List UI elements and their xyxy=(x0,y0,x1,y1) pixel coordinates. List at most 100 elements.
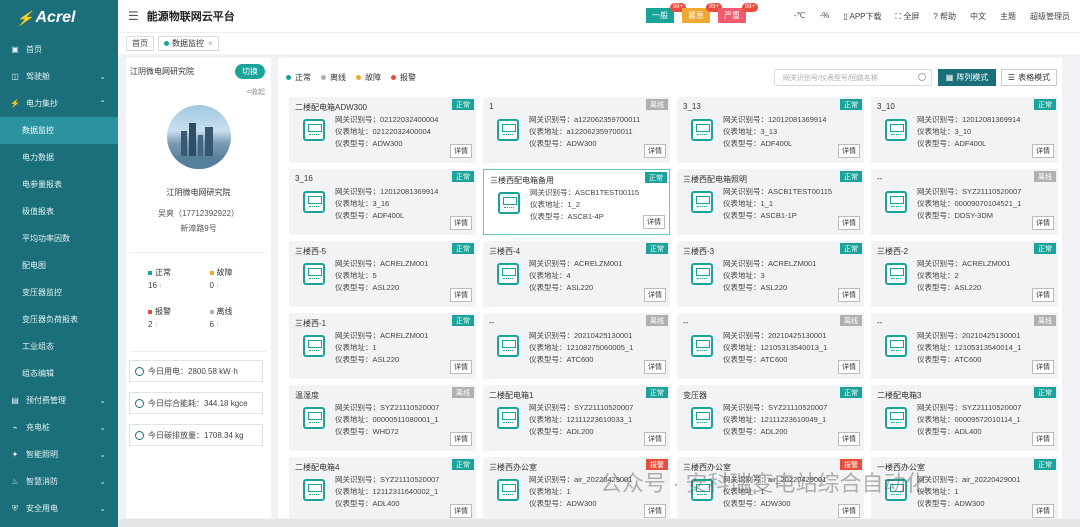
device-card[interactable]: 三楼西-1 正常 网关识别号：ACRELZM001 仪表地址：1 仪表型号：ASL220… xyxy=(289,313,476,379)
device-card[interactable]: 3_13 正常 网关识别号：12012081369914 仪表地址：3_13 仪表型号：… xyxy=(677,97,864,163)
device-card[interactable]: 三楼西-4 正常 网关识别号：ACRELZM001 仪表地址：4 仪表型号：ASL220… xyxy=(483,241,670,307)
device-card[interactable]: 3_10 正常 网关识别号：12012081369914 仪表地址：3_10 仪表型号：… xyxy=(871,97,1058,163)
status-badge: 正常 xyxy=(646,387,668,398)
sidebar-item-10[interactable]: 变压器负荷报表 xyxy=(0,306,118,333)
device-card[interactable]: 三楼西-5 正常 网关识别号：ACRELZM001 仪表地址：5 仪表型号：ASL220… xyxy=(289,241,476,307)
detail-button[interactable]: 详情 xyxy=(644,144,666,158)
device-card[interactable]: 三楼西办公室 报警 网关识别号：air_20220429001 仪表地址：1 仪表型号：… xyxy=(483,457,670,523)
detail-button[interactable]: 详情 xyxy=(1032,288,1054,302)
sidebar-item-3[interactable]: 数据监控 xyxy=(0,117,118,144)
device-card[interactable]: 三楼西办公室 报警 网关识别号：air_20220429001 仪表地址：1 仪表型号：… xyxy=(677,457,864,523)
sidebar-item-8[interactable]: 配电图 xyxy=(0,252,118,279)
switch-button[interactable]: 切换 xyxy=(235,64,265,79)
detail-button[interactable]: 详情 xyxy=(450,360,472,374)
app-download-link[interactable]: ▯ APP下载 xyxy=(843,11,881,22)
detail-button[interactable]: 详情 xyxy=(450,432,472,446)
detail-button[interactable]: 详情 xyxy=(838,216,860,230)
light-icon: ✦ xyxy=(11,450,19,459)
menu-toggle-icon[interactable]: ☰ xyxy=(128,9,139,23)
detail-button[interactable]: 详情 xyxy=(838,504,860,518)
device-card[interactable]: 二楼配电箱3 正常 网关识别号：SYZ21110520007 仪表地址：0000957… xyxy=(871,385,1058,451)
energy-summary: 今日用电：2800.58 kW·h 今日综合能耗：344.18 kgce 今日碳排放… xyxy=(126,360,271,446)
alert-badge[interactable]: 一般 99+ xyxy=(646,3,686,23)
alert-label: 一般 xyxy=(652,11,668,20)
theme-button[interactable]: 主题 xyxy=(1000,11,1016,22)
device-name: -- xyxy=(489,318,495,327)
collapse-button[interactable]: <收起 xyxy=(126,87,271,97)
help-label: 帮助 xyxy=(940,12,956,21)
device-card[interactable]: 三楼西配电箱照明 正常 网关识别号：ASCB1TEST00115 仪表地址：1_1 仪表… xyxy=(677,169,864,235)
device-card[interactable]: 一楼西办公室 正常 网关识别号：air_20220429001 仪表地址：1 仪表型号：… xyxy=(871,457,1058,523)
device-card[interactable]: 二楼配电箱4 正常 网关识别号：SYZ21110520007 仪表地址：1211231… xyxy=(289,457,476,523)
device-card[interactable]: 温湿度 离线 网关识别号：SYZ21110520007 仪表地址：0000051108… xyxy=(289,385,476,451)
search-input[interactable]: 网关识别号/仪表型号/回路名称 xyxy=(774,69,932,86)
horizontal-scrollbar[interactable] xyxy=(118,519,1080,527)
org-address: 新漳路9号 xyxy=(180,224,217,233)
sidebar-item-label: 电力集抄 xyxy=(26,99,58,108)
sidebar-item-9[interactable]: 变压器监控 xyxy=(0,279,118,306)
stat-label-text: 故障 xyxy=(216,268,233,277)
sidebar-item-13[interactable]: ▤ 预付费管理 ⌄ xyxy=(0,387,118,414)
device-card[interactable]: 二楼配电箱1 正常 网关识别号：SYZ21110520007 仪表地址：1211122… xyxy=(483,385,670,451)
device-card[interactable]: -- 离线 网关识别号：20210425130001 仪表地址：12108275060… xyxy=(483,313,670,379)
detail-button[interactable]: 详情 xyxy=(450,216,472,230)
logo[interactable]: ⚡ Acrel xyxy=(0,0,118,36)
meter-icon xyxy=(303,407,325,429)
tab-data-monitor[interactable]: 数据监控 × xyxy=(158,36,219,51)
device-card[interactable]: 三楼西-2 正常 网关识别号：ACRELZM001 仪表地址：2 仪表型号：ASL220… xyxy=(871,241,1058,307)
detail-button[interactable]: 详情 xyxy=(1032,216,1054,230)
device-card[interactable]: -- 离线 网关识别号：20210425130001 仪表地址：12105313540… xyxy=(677,313,864,379)
device-card[interactable]: 1 离线 网关识别号：a122062359700011 仪表地址：a122062359… xyxy=(483,97,670,163)
sidebar-item-4[interactable]: 电力数据 xyxy=(0,144,118,171)
detail-button[interactable]: 详情 xyxy=(838,144,860,158)
help-button[interactable]: ? 帮助 xyxy=(933,11,956,22)
device-model: 仪表型号：ADW300 xyxy=(917,499,985,508)
sidebar-item-11[interactable]: 工业组态 xyxy=(0,333,118,360)
grid-mode-button[interactable]: ▦ 阵列模式 xyxy=(938,69,996,86)
detail-button[interactable]: 详情 xyxy=(643,215,665,229)
language-select[interactable]: 中文 xyxy=(970,11,986,22)
close-icon[interactable]: × xyxy=(208,39,213,48)
table-mode-button[interactable]: ☰ 表格模式 xyxy=(1001,69,1057,86)
sidebar-item-14[interactable]: ⌁ 充电桩 ⌄ xyxy=(0,414,118,441)
tab-home[interactable]: 首页 xyxy=(126,36,154,51)
device-card[interactable]: 变压器 正常 网关识别号：SYZ21110520007 仪表地址：1211122361… xyxy=(677,385,864,451)
detail-button[interactable]: 详情 xyxy=(838,288,860,302)
device-card[interactable]: 三楼西-3 正常 网关识别号：ACRELZM001 仪表地址：3 仪表型号：ASL220… xyxy=(677,241,864,307)
detail-button[interactable]: 详情 xyxy=(644,288,666,302)
sidebar-item-5[interactable]: 电参量报表 xyxy=(0,171,118,198)
detail-button[interactable]: 详情 xyxy=(450,504,472,518)
detail-button[interactable]: 详情 xyxy=(644,360,666,374)
device-card[interactable]: 3_16 正常 网关识别号：12012081369914 仪表地址：3_16 仪表型号：… xyxy=(289,169,476,235)
detail-button[interactable]: 详情 xyxy=(1032,432,1054,446)
device-card[interactable]: 二楼配电箱ADW300 正常 网关识别号：02122032400004 仪表地址：02… xyxy=(289,97,476,163)
detail-button[interactable]: 详情 xyxy=(1032,504,1054,518)
alert-badge[interactable]: 紧急 99+ xyxy=(682,3,722,23)
device-card[interactable]: 三楼西配电箱备用 正常 网关识别号：ASCB1TEST00115 仪表地址：1_2 仪表… xyxy=(483,169,670,235)
detail-button[interactable]: 详情 xyxy=(450,144,472,158)
detail-button[interactable]: 详情 xyxy=(450,288,472,302)
detail-button[interactable]: 详情 xyxy=(1032,144,1054,158)
user-menu[interactable]: 超级管理员 xyxy=(1030,11,1070,22)
fullscreen-button[interactable]: ⛶ 全屏 xyxy=(896,11,920,22)
alert-badge[interactable]: 严重 99+ xyxy=(718,3,758,23)
status-stat: 报警 2 ↑ xyxy=(148,306,210,329)
detail-button[interactable]: 详情 xyxy=(838,432,860,446)
sidebar-item-16[interactable]: ♨ 智慧消防 ⌄ xyxy=(0,468,118,495)
detail-button[interactable]: 详情 xyxy=(644,504,666,518)
sidebar-item-17[interactable]: ⛨ 安全用电 ⌄ xyxy=(0,495,118,522)
device-card[interactable]: -- 离线 网关识别号：SYZ21110520007 仪表地址：00009070104… xyxy=(871,169,1058,235)
detail-button[interactable]: 详情 xyxy=(644,432,666,446)
sidebar-item-6[interactable]: 极值报表 xyxy=(0,198,118,225)
monitor-icon: ▣ xyxy=(11,45,19,54)
detail-button[interactable]: 详情 xyxy=(1032,360,1054,374)
status-stat: 正常 16 ↑ xyxy=(148,267,210,290)
sidebar-item-2[interactable]: ⚡ 电力集抄 ⌃ xyxy=(0,90,118,117)
sidebar-item-7[interactable]: 平均功率因数 xyxy=(0,225,118,252)
sidebar-item-0[interactable]: ▣ 首页 xyxy=(0,36,118,63)
sidebar-item-15[interactable]: ✦ 智能照明 ⌄ xyxy=(0,441,118,468)
device-card[interactable]: -- 离线 网关识别号：20210425130001 仪表地址：12105313540… xyxy=(871,313,1058,379)
sidebar-item-1[interactable]: ◫ 驾驶舱 ⌄ xyxy=(0,63,118,90)
sidebar-item-12[interactable]: 组态编辑 xyxy=(0,360,118,387)
detail-button[interactable]: 详情 xyxy=(838,360,860,374)
